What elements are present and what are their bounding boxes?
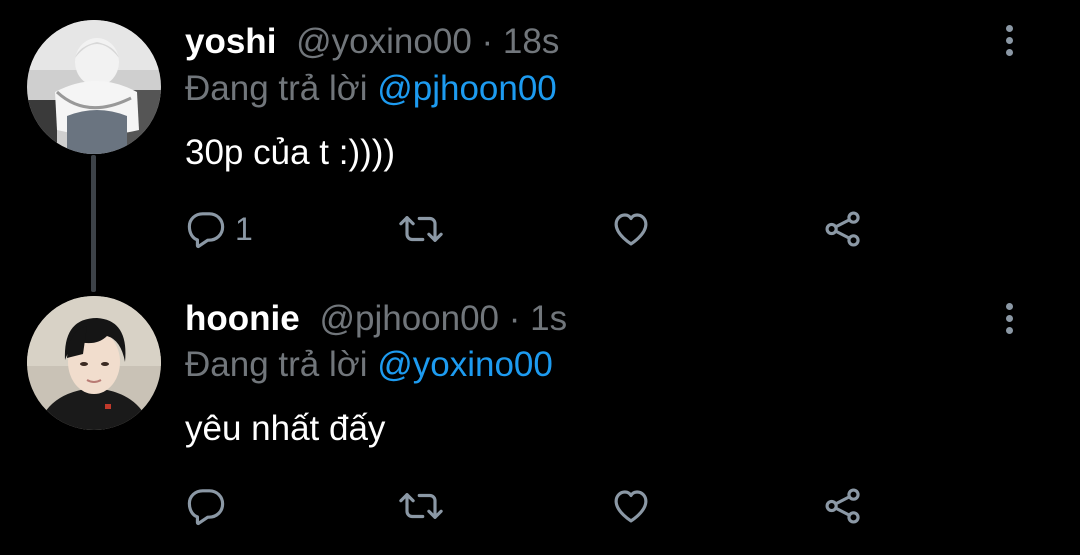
reply-mention-link[interactable]: @yoxino00 xyxy=(377,345,553,384)
replying-to-label: Đang trả lời xyxy=(185,345,368,384)
avatar[interactable] xyxy=(27,20,161,154)
reply-icon xyxy=(187,212,225,249)
reply-mention-link[interactable]: @pjhoon00 xyxy=(377,69,557,108)
like-button[interactable] xyxy=(609,484,653,528)
share-icon xyxy=(825,488,860,524)
tweet-header: hoonie @pjhoon00 · 1s xyxy=(185,297,567,341)
action-bar xyxy=(185,484,885,528)
share-button[interactable] xyxy=(821,207,865,251)
retweet-icon xyxy=(399,493,443,519)
avatar-photo-icon xyxy=(27,296,161,430)
retweet-button[interactable] xyxy=(397,484,445,528)
retweet-button[interactable] xyxy=(397,207,445,251)
separator-dot: · xyxy=(481,22,503,61)
tweet-header: yoshi @yoxino00 · 18s xyxy=(185,20,559,64)
action-bar: 1 xyxy=(185,207,885,251)
timestamp[interactable]: 1s xyxy=(530,299,567,338)
display-name[interactable]: yoshi xyxy=(185,22,276,61)
like-icon xyxy=(614,490,648,523)
share-icon xyxy=(825,211,860,247)
separator-dot: · xyxy=(508,299,531,338)
more-options-icon[interactable] xyxy=(996,298,1022,338)
tweet-text: yêu nhất đấy xyxy=(185,409,386,448)
user-handle[interactable]: @yoxino00 xyxy=(296,22,472,61)
like-button[interactable] xyxy=(609,207,653,251)
reply-button[interactable] xyxy=(185,484,235,528)
tweet-text: 30p của t :)))) xyxy=(185,133,396,172)
avatar[interactable] xyxy=(27,296,161,430)
avatar-bw-photo-icon xyxy=(27,20,161,154)
like-icon xyxy=(614,213,648,246)
user-handle[interactable]: @pjhoon00 xyxy=(319,299,499,338)
replying-to: Đang trả lời @pjhoon00 xyxy=(185,67,557,111)
more-options-icon[interactable] xyxy=(996,20,1022,60)
share-button[interactable] xyxy=(821,484,865,528)
tweet-1[interactable]: yoshi @yoxino00 · 18s Đang trả lời @pjho… xyxy=(0,0,1080,290)
reply-button[interactable]: 1 xyxy=(185,207,253,251)
replying-to: Đang trả lời @yoxino00 xyxy=(185,343,553,387)
retweet-icon xyxy=(399,216,443,242)
display-name[interactable]: hoonie xyxy=(185,299,300,338)
replying-to-label: Đang trả lời xyxy=(185,69,368,108)
reply-icon xyxy=(187,489,225,526)
tweet-2[interactable]: hoonie @pjhoon00 · 1s Đang trả lời @yoxi… xyxy=(0,290,1080,555)
reply-count: 1 xyxy=(235,210,253,247)
timestamp[interactable]: 18s xyxy=(503,22,559,61)
